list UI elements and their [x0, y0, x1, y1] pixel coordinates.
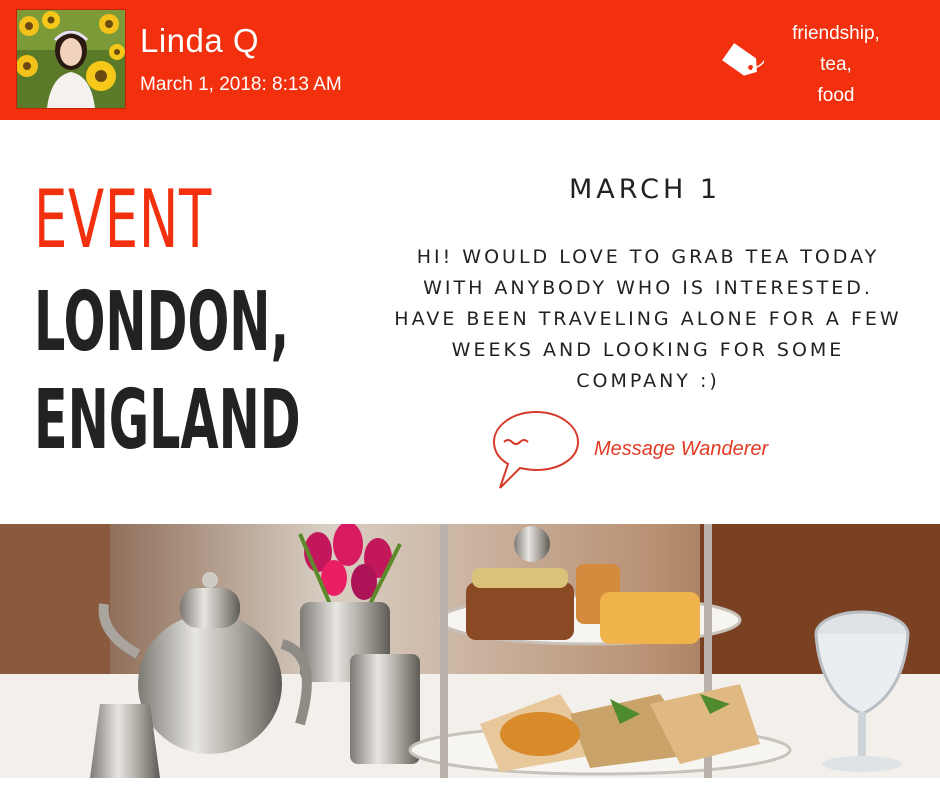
tag-list: friendship, tea, food	[770, 18, 902, 111]
location-line-2: ENGLAND	[34, 373, 301, 468]
post-message: HI! WOULD LOVE TO GRAB TEA TODAY WITH AN…	[394, 246, 902, 392]
speech-bubble-icon[interactable]	[490, 408, 584, 492]
afternoon-tea-photo	[0, 524, 940, 778]
post-timestamp: March 1, 2018: 8:13 AM	[140, 74, 342, 95]
message-wanderer-button[interactable]: Message Wanderer	[490, 408, 790, 492]
avatar[interactable]	[16, 9, 126, 109]
event-label: EVENT	[34, 173, 212, 266]
tag-item[interactable]: food	[770, 80, 902, 111]
tag-item[interactable]: tea,	[770, 49, 902, 80]
author-name[interactable]: Linda Q	[140, 22, 259, 60]
message-wanderer-label[interactable]: Message Wanderer	[594, 438, 768, 461]
tag-item[interactable]: friendship,	[770, 18, 902, 49]
tag-icon	[716, 38, 767, 82]
post-header: Linda Q March 1, 2018: 8:13 AM friendshi…	[0, 0, 940, 120]
location-line-1: LONDON,	[34, 275, 290, 370]
post-date-heading: MARCH 1	[568, 174, 722, 205]
